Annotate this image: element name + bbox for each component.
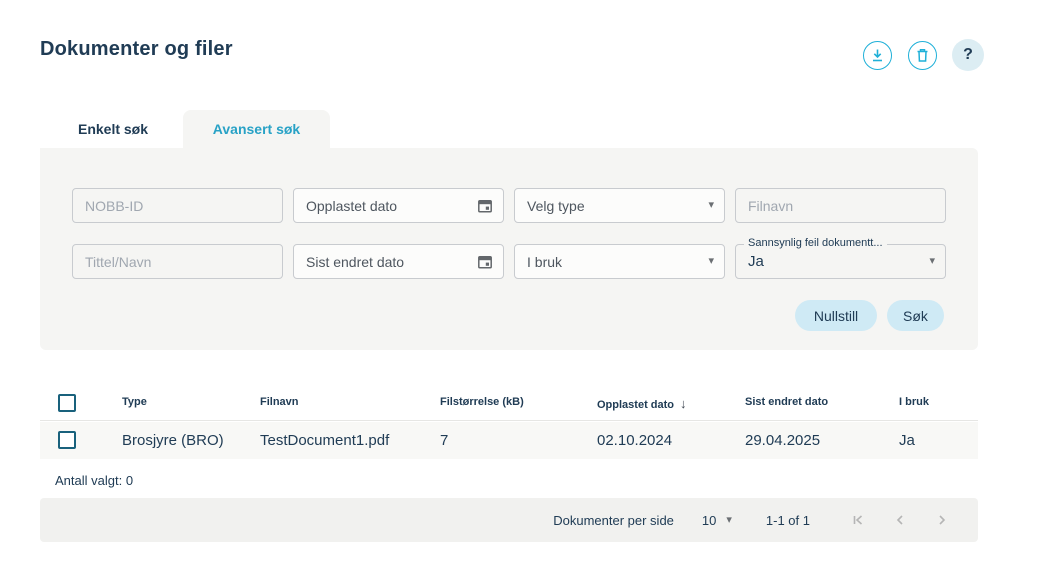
sannsynlig-feil-label: Sannsynlig feil dokumentt... [744,237,887,249]
per-page-label: Dokumenter per side [553,513,674,528]
filnavn-input[interactable] [748,198,935,214]
download-icon [870,48,885,63]
pagination-bar: Dokumenter per side 10 ▾ 1-1 of 1 [40,498,978,542]
nobb-id-field[interactable] [72,188,283,223]
cell-i-bruk: Ja [899,422,915,459]
tittel-navn-input[interactable] [85,254,272,270]
chevron-left-icon [892,512,908,528]
calendar-icon[interactable] [477,254,493,270]
delete-button[interactable] [908,41,937,70]
trash-icon [915,48,930,63]
cell-filstorrelse: 7 [440,422,448,459]
selected-count-label: Antall valgt: 0 [55,473,133,488]
opplastet-dato-label: Opplastet dato [306,198,477,214]
cell-type: Brosjyre (BRO) [122,422,224,459]
download-button[interactable] [863,41,892,70]
sist-endret-dato-field[interactable]: Sist endret dato [293,244,504,279]
tab-label: Avansert søk [213,121,300,137]
column-header-filstorrelse[interactable]: Filstørrelse (kB) [440,396,524,408]
column-header-i-bruk[interactable]: I bruk [899,396,929,408]
cell-sist-endret-dato: 29.04.2025 [745,422,820,459]
sist-endret-dato-label: Sist endret dato [306,254,477,270]
opplastet-dato-field[interactable]: Opplastet dato [293,188,504,223]
help-icon: ? [963,46,973,64]
chevron-down-icon: ▾ [929,256,935,267]
column-header-label: Opplastet dato [597,399,674,411]
cell-filnavn: TestDocument1.pdf [260,422,389,459]
previous-page-button[interactable] [892,512,908,528]
sort-descending-icon[interactable]: ↓ [680,396,687,411]
chevron-right-icon [934,512,950,528]
filnavn-field[interactable] [735,188,946,223]
velg-type-select[interactable]: Velg type ▾ [514,188,725,223]
reset-button[interactable]: Nullstill [795,300,877,331]
tab-label: Enkelt søk [78,121,148,137]
chevron-down-icon: ▾ [726,515,732,526]
calendar-icon[interactable] [477,198,493,214]
first-page-icon [850,512,866,528]
tab-avansert-sok[interactable]: Avansert søk [183,110,330,148]
cell-opplastet-dato: 02.10.2024 [597,422,672,459]
page-title: Dokumenter og filer [40,38,233,61]
help-button[interactable]: ? [952,39,984,71]
column-header-type[interactable]: Type [122,396,147,408]
sannsynlig-feil-value: Ja [748,253,929,270]
per-page-select[interactable]: 10 ▾ [702,513,732,528]
tab-enkelt-sok[interactable]: Enkelt søk [58,110,168,148]
nobb-id-input[interactable] [85,198,272,214]
velg-type-label: Velg type [527,198,708,214]
tittel-navn-field[interactable] [72,244,283,279]
chevron-down-icon: ▾ [708,256,714,267]
select-all-checkbox[interactable] [58,394,76,412]
table-header-divider [40,420,978,421]
page-range-label: 1-1 of 1 [766,513,810,528]
next-page-button[interactable] [934,512,950,528]
search-button[interactable]: Søk [887,300,944,331]
documents-page: Dokumenter og filer ? Enkelt søk Avanser… [0,0,1038,577]
i-bruk-label: I bruk [527,254,708,270]
column-header-opplastet-dato[interactable]: Opplastet dato ↓ [597,396,687,411]
sannsynlig-feil-select[interactable]: Sannsynlig feil dokumentt... Ja ▾ [735,244,946,279]
column-header-filnavn[interactable]: Filnavn [260,396,299,408]
per-page-value: 10 [702,513,716,528]
chevron-down-icon: ▾ [708,200,714,211]
row-checkbox[interactable] [58,431,76,449]
first-page-button[interactable] [850,512,866,528]
i-bruk-select[interactable]: I bruk ▾ [514,244,725,279]
column-header-sist-endret-dato[interactable]: Sist endret dato [745,396,828,408]
